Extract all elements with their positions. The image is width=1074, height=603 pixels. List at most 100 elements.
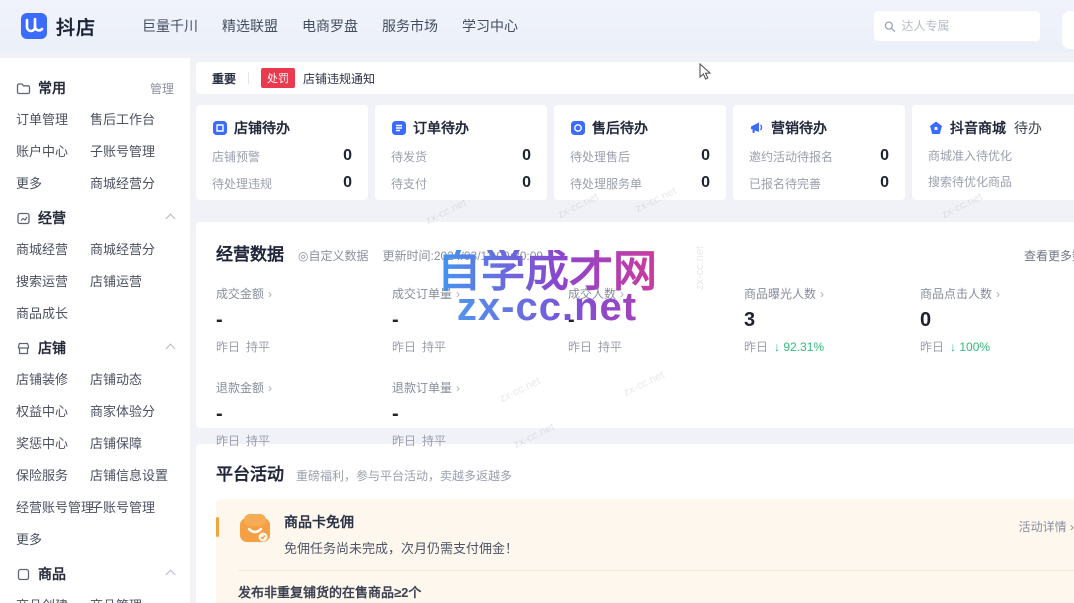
- sidebar-item-more[interactable]: 更多: [16, 529, 90, 548]
- nav-jingxuanlianmeng[interactable]: 精选联盟: [222, 16, 278, 36]
- metric-value: -: [392, 403, 568, 426]
- search-input[interactable]: [901, 19, 1030, 33]
- nav-fuwushichang[interactable]: 服务市场: [382, 16, 438, 36]
- main-content: 重要 处罚 店铺违规通知 店铺待办 店铺预警0 待处理违规0 订单待办 待发货0: [196, 58, 1074, 603]
- platform-subtitle: 重磅福利，参与平台活动，卖越多返越多: [296, 467, 512, 484]
- sidebar-item-account-center[interactable]: 账户中心: [16, 141, 90, 160]
- sidebar-item-reward-center[interactable]: 奖惩中心: [16, 433, 90, 452]
- todo-value: 0: [343, 147, 352, 165]
- punishment-badge: 处罚: [261, 68, 295, 88]
- arrow-right-icon: ›: [456, 287, 460, 301]
- view-more-link[interactable]: 查看更多数据: [1024, 247, 1074, 264]
- todo-value: 0: [880, 147, 889, 165]
- todo-label[interactable]: 待处理违规: [212, 175, 272, 192]
- nav-dianshangluopan[interactable]: 电商罗盘: [302, 16, 358, 36]
- platform-title: 平台活动: [216, 460, 284, 485]
- sidebar-item-mall-operate-score[interactable]: 商城经营分: [90, 239, 180, 258]
- accent-bar: [216, 517, 219, 537]
- todo-value: 0: [522, 174, 531, 192]
- sidebar-item-shop-news[interactable]: 店铺动态: [90, 369, 180, 388]
- sidebar-item-order-manage[interactable]: 订单管理: [16, 109, 90, 128]
- todo-label[interactable]: 搜索待优化商品: [928, 173, 1012, 190]
- sidebar-item-operate-account[interactable]: 经营账号管理: [16, 497, 90, 516]
- sidebar-item-subaccount-manage[interactable]: 子账号管理: [90, 141, 180, 160]
- metric-deal-orders: 成交订单量› - 昨日持平: [392, 285, 568, 355]
- megaphone-icon: [749, 120, 765, 136]
- metric-exposure-users: 商品曝光人数› 3 昨日↓ 92.31%: [744, 285, 920, 355]
- metric-click-users: 商品点击人数› 0 昨日↓ 100%: [920, 285, 1074, 355]
- commission-free-icon: [238, 512, 272, 546]
- custom-data-link[interactable]: ◎自定义数据: [298, 247, 369, 264]
- todo-card-aftersale: 售后待办 待处理售后0 待处理服务单0: [554, 105, 726, 200]
- sidebar-section-shop: 店铺 店铺装修 店铺动态 权益中心 商家体验分 奖惩中心 店铺保障 保险服务 店…: [16, 338, 180, 548]
- activity-detail-link[interactable]: 活动详情 ›: [1019, 518, 1074, 535]
- todo-label[interactable]: 已报名待完善: [749, 175, 821, 192]
- section-title-common: 常用: [38, 78, 66, 98]
- metrics-grid: 成交金额› - 昨日持平 成交订单量› - 昨日持平 成交人数› - 昨日持平 …: [216, 285, 1074, 449]
- notice-bar[interactable]: 重要 处罚 店铺违规通知: [196, 62, 1074, 94]
- todo-card-shop: 店铺待办 店铺预警0 待处理违规0: [196, 105, 368, 200]
- sidebar-item-search-operate[interactable]: 搜索运营: [16, 271, 90, 290]
- metric-change-down: ↓ 92.31%: [774, 340, 824, 354]
- sidebar-item-subaccount[interactable]: 子账号管理: [90, 497, 180, 516]
- todo-label[interactable]: 待支付: [391, 175, 427, 192]
- chevron-up-icon[interactable]: [166, 569, 176, 579]
- todo-title: 售后待办: [592, 118, 648, 138]
- arrow-right-icon: ›: [1070, 520, 1074, 534]
- chevron-up-icon[interactable]: [166, 343, 176, 353]
- sidebar-item-more[interactable]: 更多: [16, 173, 90, 192]
- order-todo-icon: [391, 120, 407, 136]
- activity-desc: 免佣任务尚未完成，次月仍需支付佣金！: [284, 538, 518, 557]
- chevron-up-icon[interactable]: [166, 213, 176, 223]
- sidebar-item-insurance[interactable]: 保险服务: [16, 465, 90, 484]
- update-time: 更新时间:2024/03/11 00:30:09: [383, 247, 544, 264]
- todo-label[interactable]: 商城准入待优化: [928, 147, 1012, 164]
- sidebar-item-merchant-score[interactable]: 商家体验分: [90, 401, 180, 420]
- mall-bag-icon: [928, 120, 944, 136]
- arrow-right-icon: ›: [456, 381, 460, 395]
- todo-label[interactable]: 邀约活动待报名: [749, 148, 833, 165]
- nav-xuexizhongxin[interactable]: 学习中心: [462, 16, 518, 36]
- todo-label[interactable]: 待处理售后: [570, 148, 630, 165]
- chart-icon: [16, 211, 31, 226]
- sidebar-item-shop-guarantee[interactable]: 店铺保障: [90, 433, 180, 452]
- metric-change-down: ↓ 100%: [950, 340, 990, 354]
- clipped-panel: [1062, 11, 1074, 49]
- doudian-logo[interactable]: 抖店: [20, 12, 96, 40]
- metric-change: 持平: [422, 340, 446, 354]
- sidebar-item-product-growth[interactable]: 商品成长: [16, 303, 90, 322]
- sidebar-item-product-create[interactable]: 商品创建: [16, 595, 90, 603]
- sidebar-item-mall-operate[interactable]: 商城经营: [16, 239, 90, 258]
- sidebar-item-product-manage[interactable]: 商品管理: [90, 595, 180, 603]
- todo-label[interactable]: 待发货: [391, 148, 427, 165]
- divider: [238, 570, 1074, 571]
- todo-value: 0: [880, 174, 889, 192]
- box-icon: [16, 567, 31, 582]
- sidebar-item-shop-operate[interactable]: 店铺运营: [90, 271, 180, 290]
- notice-text[interactable]: 店铺违规通知: [303, 70, 375, 87]
- todo-label[interactable]: 店铺预警: [212, 148, 260, 165]
- manage-link[interactable]: 管理: [150, 80, 174, 97]
- arrow-right-icon: ›: [620, 287, 624, 301]
- notice-tag: 重要: [212, 70, 236, 87]
- activity-card: 商品卡免佣 免佣任务尚未完成，次月仍需支付佣金！ 活动详情 › 发布非重复铺货的…: [216, 499, 1074, 603]
- arrow-right-icon: ›: [268, 381, 272, 395]
- sidebar-item-shop-info[interactable]: 店铺信息设置: [90, 465, 180, 484]
- sidebar-item-shop-decorate[interactable]: 店铺装修: [16, 369, 90, 388]
- sidebar-item-mall-score[interactable]: 商城经营分: [90, 173, 180, 192]
- shop-icon: [16, 341, 31, 356]
- task-title: 发布非重复铺货的在售商品≥2个: [238, 582, 433, 601]
- top-nav: 巨量千川 精选联盟 电商罗盘 服务市场 学习中心: [142, 16, 518, 36]
- nav-juliangqianchuan[interactable]: 巨量千川: [142, 16, 198, 36]
- search-icon: [884, 20, 895, 33]
- search-box[interactable]: [874, 11, 1040, 41]
- sidebar-item-aftersale-workbench[interactable]: 售后工作台: [90, 109, 180, 128]
- metric-change: 持平: [246, 434, 270, 448]
- arrow-right-icon: ›: [996, 287, 1000, 301]
- sidebar-item-rights-center[interactable]: 权益中心: [16, 401, 90, 420]
- metric-value: -: [216, 309, 392, 332]
- todo-value: 0: [343, 174, 352, 192]
- todo-label[interactable]: 待处理服务单: [570, 175, 642, 192]
- metric-value: -: [392, 309, 568, 332]
- todo-card-order: 订单待办 待发货0 待支付0: [375, 105, 547, 200]
